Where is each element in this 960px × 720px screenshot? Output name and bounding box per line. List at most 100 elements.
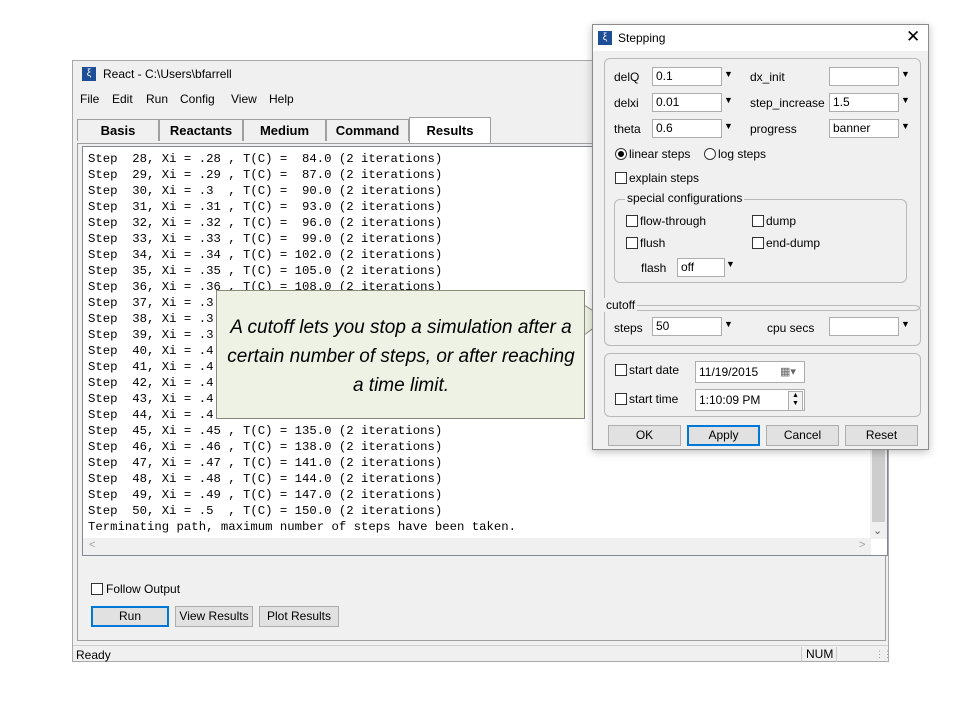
menu-help[interactable]: Help (269, 92, 294, 106)
start-date-label: start date (629, 363, 680, 377)
dialog-titlebar[interactable]: ξ Stepping ✕ (593, 25, 928, 51)
reset-button[interactable]: Reset (845, 425, 918, 446)
flush-checkbox[interactable] (626, 237, 638, 249)
start-date-value: 11/19/2015 (699, 365, 759, 379)
tab-basis[interactable]: Basis (77, 119, 159, 141)
follow-output-checkbox[interactable] (91, 583, 103, 595)
step-increase-input[interactable]: 1.5 (829, 93, 899, 112)
dropdown-arrow-icon[interactable]: ▼ (901, 319, 910, 329)
dx-init-label: dx_init (750, 70, 785, 84)
menu-config[interactable]: Config (180, 92, 215, 106)
menu-file[interactable]: File (80, 92, 99, 106)
output-line: Step 47, Xi = .47 , T(C) = 141.0 (2 iter… (88, 456, 443, 470)
xi-app-icon: ξ (82, 67, 96, 81)
dump-label: dump (766, 214, 797, 228)
chevron-down-icon[interactable]: ⌄ (873, 524, 882, 537)
output-line: Step 35, Xi = .35 , T(C) = 105.0 (2 iter… (88, 264, 443, 278)
dropdown-arrow-icon[interactable]: ▼ (901, 95, 910, 105)
output-line: Step 50, Xi = .5 , T(C) = 150.0 (2 itera… (88, 504, 443, 518)
linear-steps-label: linear steps (629, 147, 691, 161)
cancel-button[interactable]: Cancel (766, 425, 839, 446)
flow-through-label: flow-through (640, 214, 707, 228)
log-steps-label: log steps (718, 147, 767, 161)
tab-command[interactable]: Command (326, 119, 409, 141)
step-increase-label: step_increase (750, 96, 825, 110)
flush-label: flush (640, 236, 666, 250)
calendar-icon[interactable]: ▦▾ (780, 362, 796, 382)
dropdown-arrow-icon[interactable]: ▼ (724, 95, 733, 105)
output-line: Step 49, Xi = .49 , T(C) = 147.0 (2 iter… (88, 488, 443, 502)
dx-init-input[interactable] (829, 67, 899, 86)
dropdown-arrow-icon[interactable]: ▼ (724, 319, 733, 329)
output-line: Step 33, Xi = .33 , T(C) = 99.0 (2 itera… (88, 232, 443, 246)
view-results-button[interactable]: View Results (175, 606, 253, 627)
delxi-label: delxi (614, 96, 639, 110)
progress-select[interactable]: banner (829, 119, 899, 138)
cutoff-steps-label: steps (614, 321, 643, 335)
output-line: Step 29, Xi = .29 , T(C) = 87.0 (2 itera… (88, 168, 443, 182)
resize-grip-icon[interactable]: ⋮⋮ (875, 649, 892, 660)
flash-label: flash (641, 261, 667, 275)
output-line: Step 30, Xi = .3 , T(C) = 90.0 (2 iterat… (88, 184, 443, 198)
menu-view[interactable]: View (231, 92, 257, 106)
cpu-secs-label: cpu secs (767, 321, 815, 335)
chevron-left-icon[interactable]: < (89, 539, 95, 551)
tab-reactants[interactable]: Reactants (159, 119, 243, 141)
tab-medium[interactable]: Medium (243, 119, 326, 141)
theta-input[interactable]: 0.6 (652, 119, 722, 138)
tab-results[interactable]: Results (409, 117, 491, 143)
spinner-icon[interactable]: ▲ ▼ (788, 391, 803, 411)
output-line: Step 48, Xi = .48 , T(C) = 144.0 (2 iter… (88, 472, 443, 486)
stepping-dialog: ξ Stepping ✕ delQ 0.1 ▼ delxi 0.01 ▼ the… (592, 24, 929, 450)
ok-button[interactable]: OK (608, 425, 681, 446)
start-time-value: 1:10:09 PM (699, 393, 761, 407)
cpu-secs-input[interactable] (829, 317, 899, 336)
run-button[interactable]: Run (91, 606, 169, 627)
start-date-checkbox[interactable] (615, 364, 627, 376)
chevron-right-icon[interactable]: > (859, 539, 865, 551)
start-time-checkbox[interactable] (615, 393, 627, 405)
output-line: Step 32, Xi = .32 , T(C) = 96.0 (2 itera… (88, 216, 443, 230)
special-configurations-legend: special configurations (625, 191, 745, 205)
num-lock-indicator: NUM (801, 647, 837, 662)
output-line: Step 45, Xi = .45 , T(C) = 135.0 (2 iter… (88, 424, 443, 438)
start-date-picker[interactable]: 11/19/2015 ▦▾ (695, 361, 805, 383)
log-steps-radio[interactable] (704, 148, 716, 160)
delq-input[interactable]: 0.1 (652, 67, 722, 86)
output-line: Step 28, Xi = .28 , T(C) = 84.0 (2 itera… (88, 152, 443, 166)
dropdown-arrow-icon[interactable]: ▼ (724, 121, 733, 131)
dropdown-arrow-icon[interactable]: ▼ (901, 69, 910, 79)
apply-button[interactable]: Apply (687, 425, 760, 446)
menu-run[interactable]: Run (146, 92, 168, 106)
close-icon[interactable]: ✕ (906, 27, 920, 47)
progress-label: progress (750, 122, 797, 136)
status-bar: Ready NUM ⋮⋮ (73, 645, 892, 663)
output-line: Step 34, Xi = .34 , T(C) = 102.0 (2 iter… (88, 248, 443, 262)
cutoff-steps-input[interactable]: 50 (652, 317, 722, 336)
dropdown-arrow-icon[interactable]: ▼ (724, 69, 733, 79)
linear-steps-radio[interactable] (615, 148, 627, 160)
menu-edit[interactable]: Edit (112, 92, 133, 106)
start-time-picker[interactable]: 1:10:09 PM ▲ ▼ (695, 389, 805, 411)
horizontal-scrollbar[interactable]: < > (83, 538, 871, 555)
delxi-input[interactable]: 0.01 (652, 93, 722, 112)
dropdown-arrow-icon[interactable]: ▼ (901, 121, 910, 131)
start-time-label: start time (629, 392, 679, 406)
dump-checkbox[interactable] (752, 215, 764, 227)
callout-box: A cutoff lets you stop a simulation afte… (216, 290, 585, 419)
follow-output-label: Follow Output (106, 582, 181, 596)
explain-steps-checkbox[interactable] (615, 172, 627, 184)
callout-text: A cutoff lets you stop a simulation afte… (227, 317, 575, 396)
plot-results-button[interactable]: Plot Results (259, 606, 339, 627)
end-dump-checkbox[interactable] (752, 237, 764, 249)
explain-steps-label: explain steps (629, 171, 700, 185)
output-line: Step 46, Xi = .46 , T(C) = 138.0 (2 iter… (88, 440, 443, 454)
dropdown-arrow-icon[interactable]: ▼ (726, 259, 735, 269)
delq-label: delQ (614, 70, 640, 84)
dialog-title: Stepping (618, 31, 666, 45)
flash-select[interactable]: off (677, 258, 725, 277)
flow-through-checkbox[interactable] (626, 215, 638, 227)
output-line: Step 31, Xi = .31 , T(C) = 93.0 (2 itera… (88, 200, 443, 214)
theta-label: theta (614, 122, 641, 136)
xi-app-icon: ξ (598, 31, 612, 45)
